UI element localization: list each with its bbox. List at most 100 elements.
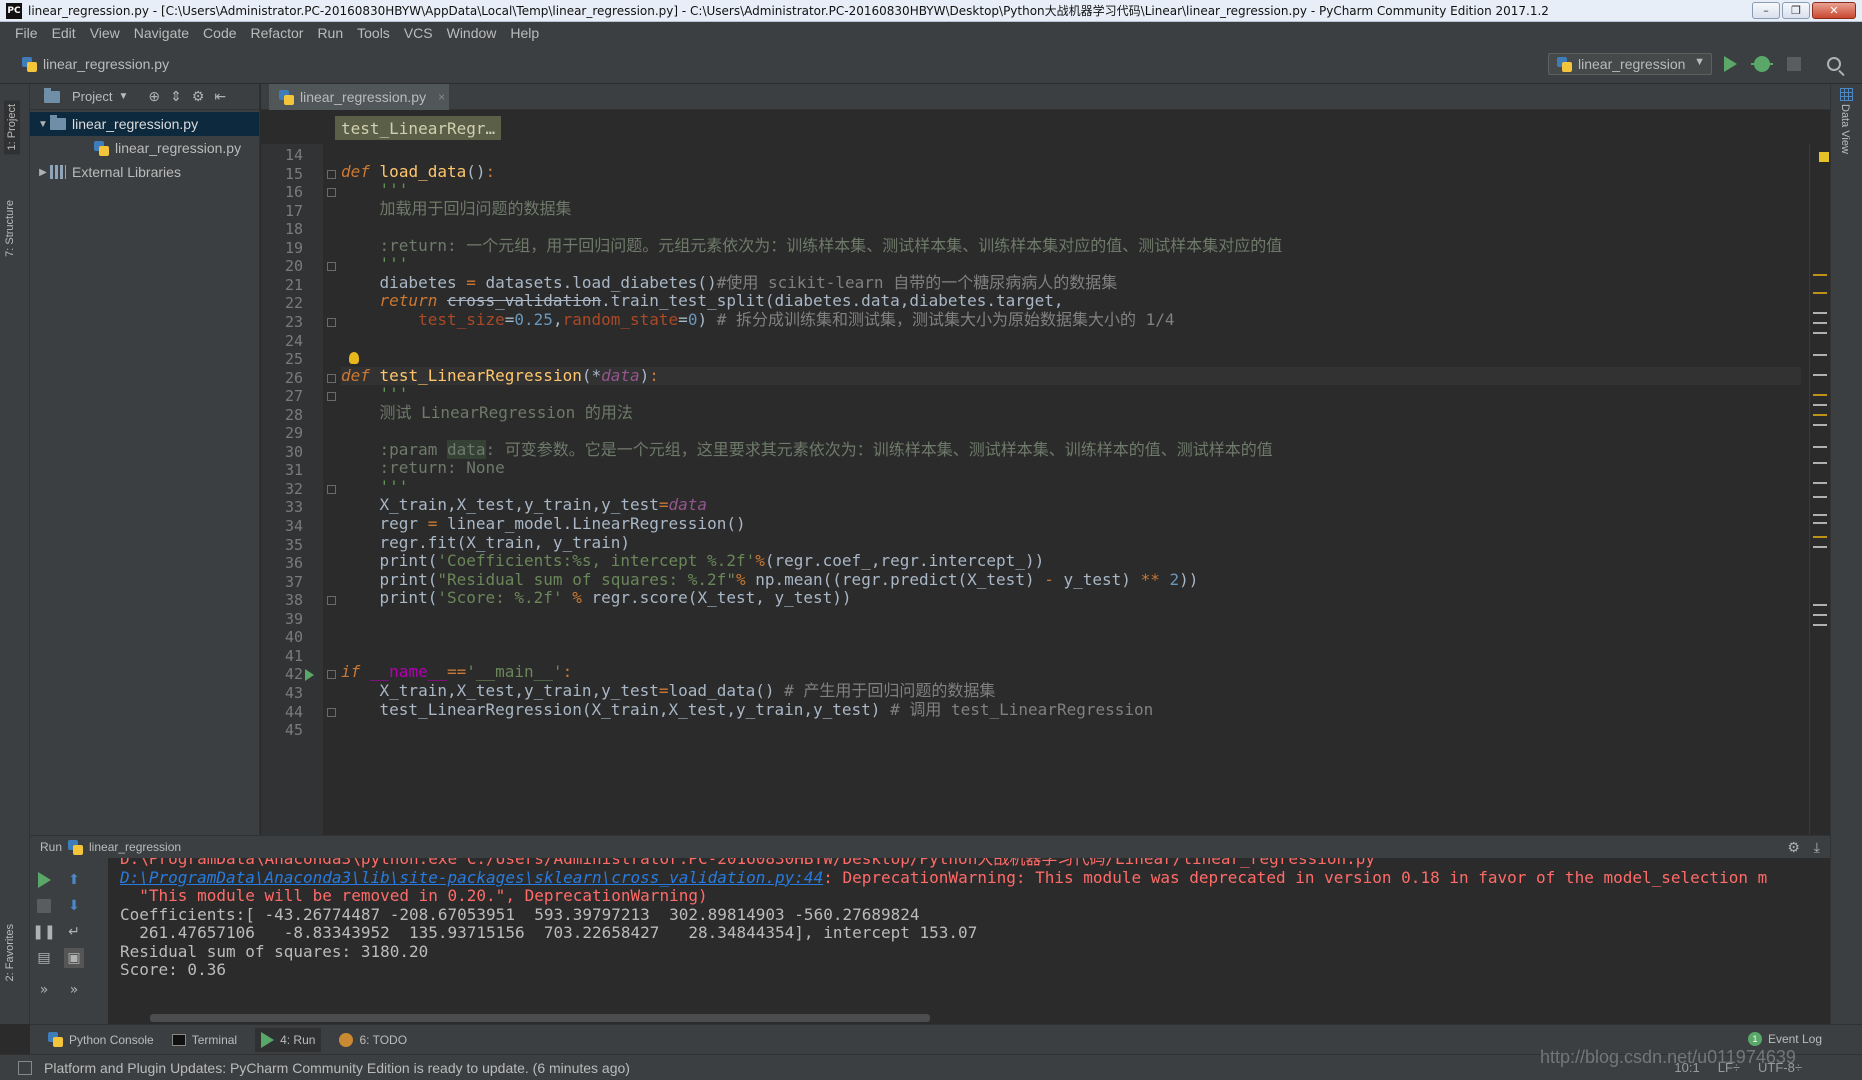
search-everywhere-button[interactable] [1824, 54, 1844, 74]
menu-view[interactable]: View [83, 25, 127, 41]
data-view-tool-tab[interactable]: Data View [1839, 104, 1851, 154]
console-line[interactable]: Score: 0.36 [120, 959, 226, 981]
error-stripe-marker[interactable] [1813, 292, 1827, 294]
stop-button[interactable] [1784, 54, 1804, 74]
warning-indicator-icon[interactable] [1819, 152, 1829, 162]
structure-tool-tab[interactable]: 7: Structure [4, 200, 16, 257]
error-stripe-marker[interactable] [1813, 604, 1827, 606]
line-number[interactable]: 40 [261, 628, 303, 646]
todo-tab[interactable]: 6: TODO [339, 1032, 407, 1047]
code-line[interactable]: regr = linear_model.LinearRegression() [341, 514, 746, 534]
line-number[interactable]: 20 [261, 257, 303, 275]
error-stripe-marker[interactable] [1813, 496, 1827, 498]
line-number[interactable]: 31 [261, 461, 303, 479]
layout-button[interactable]: ▤ [34, 948, 54, 968]
error-stripe-marker[interactable] [1813, 522, 1827, 524]
line-number[interactable]: 30 [261, 443, 303, 461]
error-stripe-marker[interactable] [1813, 482, 1827, 484]
intention-bulb-icon[interactable] [349, 352, 359, 365]
error-stripe-marker[interactable] [1813, 332, 1827, 334]
code-line[interactable]: test_LinearRegression(X_train,X_test,y_t… [341, 700, 1154, 720]
pause-button[interactable]: ❚❚ [32, 922, 55, 942]
line-number[interactable]: 42 [261, 665, 303, 683]
more-left-button[interactable]: » [34, 980, 54, 1000]
menu-navigate[interactable]: Navigate [127, 25, 196, 41]
code-line[interactable]: print("Residual sum of squares: %.2f"% n… [341, 570, 1199, 590]
menu-tools[interactable]: Tools [350, 25, 397, 41]
project-tool-tab[interactable]: 1: Project [4, 100, 20, 155]
line-number[interactable]: 39 [261, 610, 303, 628]
line-number[interactable]: 28 [261, 406, 303, 424]
error-stripe-marker[interactable] [1813, 354, 1827, 356]
fold-marker-icon[interactable] [327, 373, 336, 383]
close-window-button[interactable]: ✕ [1812, 2, 1856, 19]
error-stripe-marker[interactable] [1813, 404, 1827, 406]
line-number[interactable]: 16 [261, 183, 303, 201]
favorites-tool-tab[interactable]: 2: Favorites [4, 924, 16, 981]
fold-marker-icon[interactable] [327, 670, 336, 680]
line-number[interactable]: 36 [261, 554, 303, 572]
error-stripe-marker[interactable] [1813, 462, 1827, 464]
print-button[interactable]: ▣ [64, 948, 84, 968]
fold-marker-icon[interactable] [327, 484, 336, 494]
line-number[interactable]: 33 [261, 498, 303, 516]
menu-code[interactable]: Code [196, 25, 243, 41]
run-panel-config[interactable]: linear_regression [89, 840, 181, 854]
scroll-down-button[interactable]: ⬇ [64, 896, 84, 916]
run-tab[interactable]: 4: Run [255, 1027, 322, 1052]
maximize-button[interactable]: ❐ [1782, 2, 1810, 19]
fold-marker-icon[interactable] [327, 262, 336, 272]
line-number[interactable]: 23 [261, 313, 303, 331]
chevron-down-icon[interactable]: ▼ [118, 91, 128, 102]
error-stripe[interactable] [1801, 144, 1830, 835]
line-number[interactable]: 44 [261, 703, 303, 721]
stop-run-button[interactable] [34, 896, 54, 916]
run-main-icon[interactable] [305, 669, 314, 682]
project-tree-item[interactable]: ▶ External Libraries [30, 160, 259, 184]
status-message[interactable]: Platform and Plugin Updates: PyCharm Com… [44, 1060, 630, 1076]
scroll-up-button[interactable]: ⬆ [64, 870, 84, 890]
code-line[interactable]: ''' [341, 180, 409, 200]
code-line[interactable]: :return: 一个元组，用于回归问题。元组元素依次为：训练样本集、测试样本集… [341, 236, 1283, 256]
more-right-button[interactable]: » [64, 980, 84, 1000]
nav-breadcrumb[interactable]: linear_regression.py [22, 56, 169, 72]
menu-run[interactable]: Run [310, 25, 350, 41]
code-line[interactable]: X_train,X_test,y_train,y_test=load_data(… [341, 681, 996, 701]
locate-icon[interactable]: ⊕ [148, 88, 160, 105]
project-tree-item[interactable]: ▼ linear_regression.py [30, 112, 259, 136]
fold-marker-icon[interactable] [327, 392, 336, 402]
minimize-button[interactable]: – [1752, 2, 1780, 19]
tool-windows-toggle-icon[interactable] [18, 1061, 32, 1075]
error-stripe-marker[interactable] [1813, 546, 1827, 548]
menu-file[interactable]: File [8, 25, 45, 41]
gear-icon[interactable]: ⚙ [1787, 839, 1800, 855]
code-line[interactable]: ''' [341, 477, 409, 497]
fold-marker-icon[interactable] [327, 188, 336, 198]
console-horizontal-scrollbar[interactable] [150, 1014, 930, 1022]
collapse-all-icon[interactable]: ⇕ [170, 88, 182, 105]
code-line[interactable]: print('Coefficients:%s, intercept %.2f'%… [341, 551, 1045, 571]
line-number[interactable]: 34 [261, 517, 303, 535]
code-line[interactable]: 加载用于回归问题的数据集 [341, 199, 572, 219]
error-stripe-marker[interactable] [1813, 394, 1827, 396]
hide-panel-icon[interactable]: ⤓ [1814, 839, 1820, 855]
line-number[interactable]: 22 [261, 294, 303, 312]
menu-window[interactable]: Window [440, 25, 504, 41]
code-line[interactable]: regr.fit(X_train, y_train) [341, 533, 630, 553]
line-number[interactable]: 18 [261, 220, 303, 238]
chevron-right-icon[interactable]: ▶ [36, 167, 50, 178]
line-number[interactable]: 41 [261, 647, 303, 665]
error-stripe-marker[interactable] [1813, 536, 1827, 538]
debug-button[interactable] [1751, 54, 1773, 74]
line-number[interactable]: 25 [261, 350, 303, 368]
code-line[interactable]: 测试 LinearRegression 的用法 [341, 403, 633, 423]
code-line[interactable]: if __name__=='__main__': [341, 663, 572, 682]
event-log-tab[interactable]: 1 Event Log [1747, 1032, 1822, 1046]
line-number[interactable]: 32 [261, 480, 303, 498]
code-line[interactable]: print('Score: %.2f' % regr.score(X_test,… [341, 588, 852, 608]
terminal-tab[interactable]: Terminal [171, 1033, 237, 1047]
line-number[interactable]: 24 [261, 332, 303, 350]
python-console-tab[interactable]: Python Console [48, 1032, 154, 1047]
code-line[interactable]: return cross_validation.train_test_split… [341, 292, 1064, 311]
project-view-selector[interactable]: Project [72, 89, 112, 104]
